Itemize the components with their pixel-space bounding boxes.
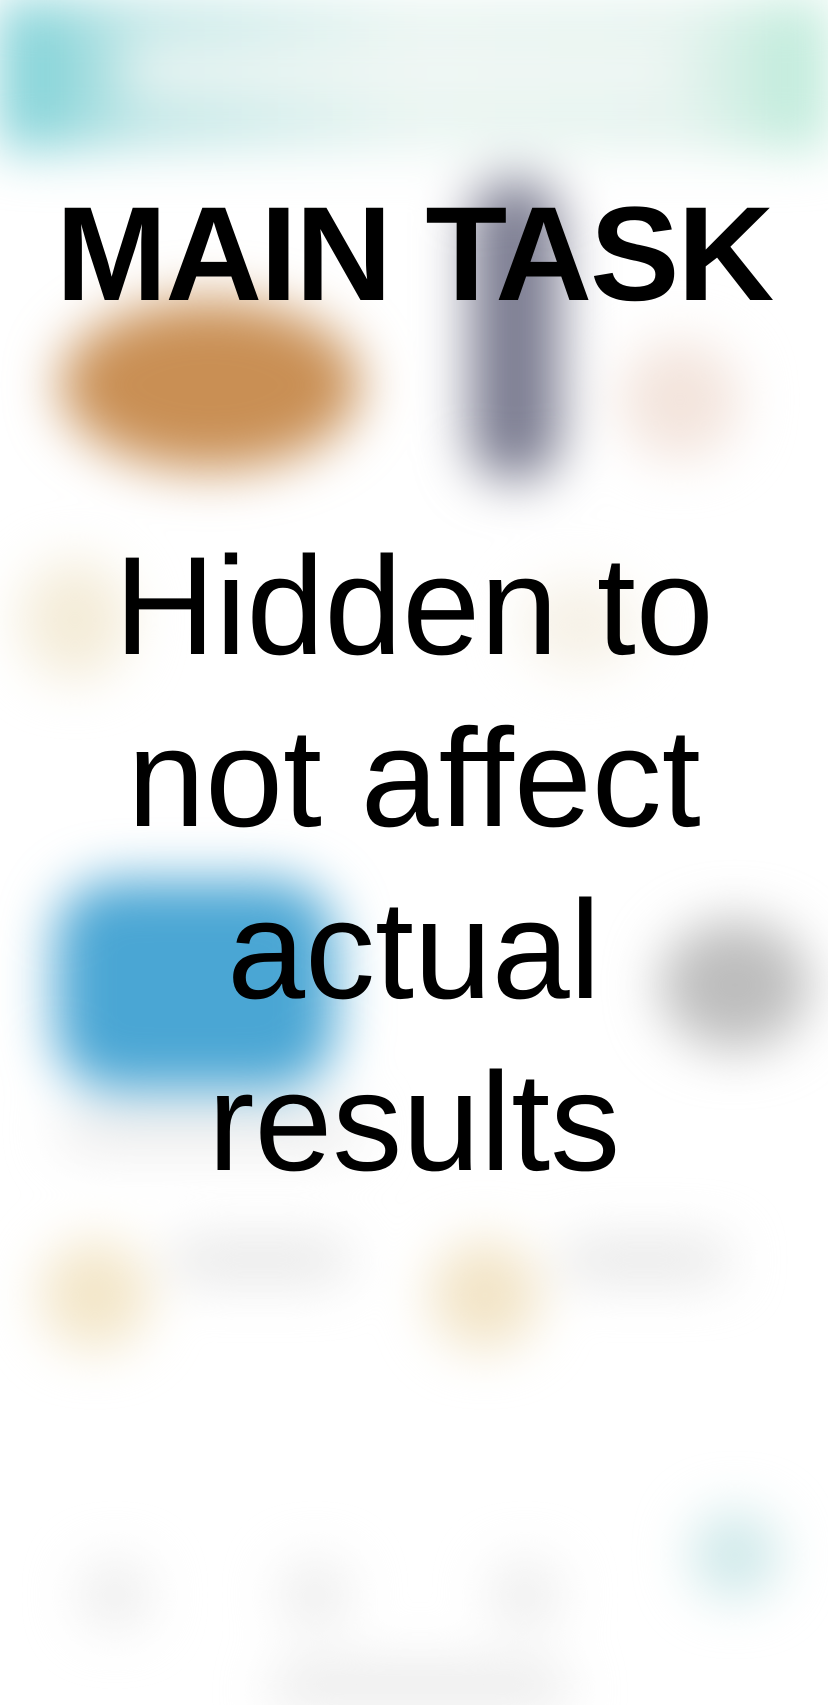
screen: MAIN TASK Hidden to not affect actual re… bbox=[0, 0, 828, 1705]
overlay-message: Hidden to not affect actual results bbox=[114, 527, 714, 1200]
task-overlay: MAIN TASK Hidden to not affect actual re… bbox=[0, 0, 828, 1705]
overlay-title: MAIN TASK bbox=[55, 180, 774, 329]
